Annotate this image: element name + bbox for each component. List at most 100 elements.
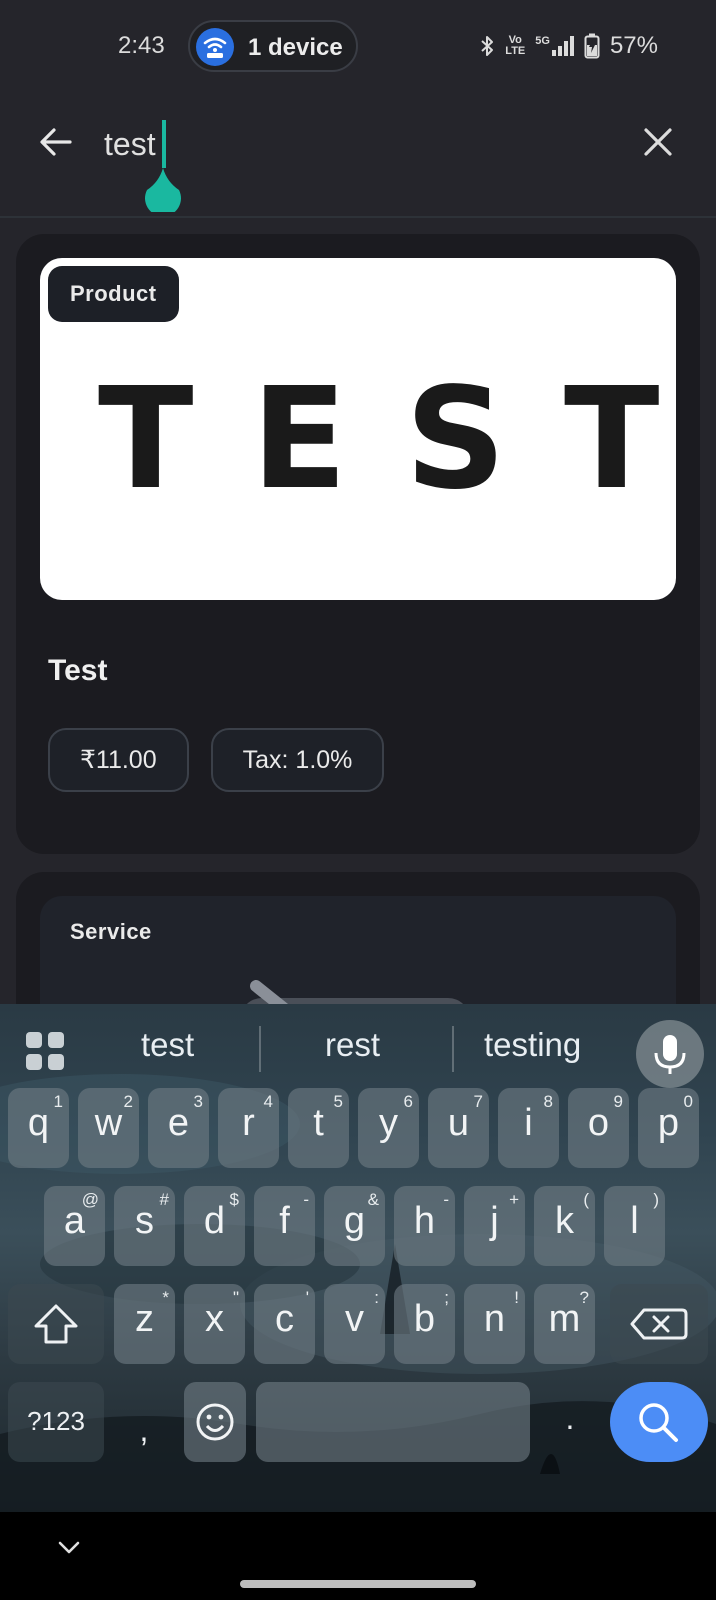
- status-time: 2:43: [118, 32, 165, 59]
- cursor-handle[interactable]: [143, 168, 183, 217]
- backspace-icon: [630, 1308, 688, 1340]
- comma-key[interactable]: ,: [114, 1382, 174, 1462]
- key-secondary-label: ;: [444, 1288, 449, 1307]
- key-h[interactable]: h-: [394, 1186, 455, 1266]
- key-c[interactable]: c ': [254, 1284, 315, 1364]
- arrow-left-icon: [40, 128, 72, 156]
- type-badge: Product: [48, 266, 179, 322]
- search-input[interactable]: [104, 124, 604, 164]
- key-g[interactable]: g &: [324, 1186, 385, 1266]
- signal-indicator: 5G: [535, 36, 574, 56]
- status-icons: Vo LTE 5G 57%: [479, 32, 658, 60]
- key-t[interactable]: t5: [288, 1088, 349, 1168]
- key-m[interactable]: m?: [534, 1284, 595, 1364]
- key-secondary-label: 1: [53, 1092, 63, 1111]
- key-q[interactable]: q1: [8, 1088, 69, 1168]
- key-r[interactable]: r4: [218, 1088, 279, 1168]
- key-secondary-label: ": [232, 1288, 239, 1307]
- key-secondary-label: ?: [579, 1288, 589, 1307]
- back-button[interactable]: [36, 122, 76, 162]
- backspace-key[interactable]: [610, 1284, 708, 1364]
- type-badge: Service: [70, 919, 152, 944]
- key-secondary-label: -: [443, 1190, 449, 1209]
- hotspot-icon: [196, 28, 234, 66]
- key-secondary-label: 0: [683, 1092, 693, 1111]
- clear-button[interactable]: [638, 122, 678, 162]
- close-icon: [644, 128, 672, 156]
- hotspot-chip[interactable]: 1 device: [188, 20, 358, 72]
- shift-key[interactable]: [8, 1284, 104, 1364]
- item-title: Test: [48, 654, 108, 687]
- key-secondary-label: @: [81, 1190, 99, 1209]
- home-gesture-bar[interactable]: [240, 1580, 476, 1588]
- key-d[interactable]: d $: [184, 1186, 245, 1266]
- key-z[interactable]: z *: [114, 1284, 175, 1364]
- key-secondary-label: 4: [263, 1092, 273, 1111]
- emoji-key[interactable]: [184, 1382, 246, 1462]
- emoji-icon: [196, 1403, 234, 1441]
- product-image: Product TEST: [40, 258, 676, 600]
- key-secondary-label: ': [305, 1288, 309, 1307]
- search-key[interactable]: [610, 1382, 708, 1462]
- grid-menu-icon[interactable]: [24, 1030, 66, 1072]
- result-card-product[interactable]: Product TEST Test ₹11.00 Tax: 1.0%: [16, 234, 700, 854]
- key-secondary-label: +: [509, 1190, 519, 1209]
- search-bar: [0, 92, 716, 218]
- key-secondary-label: :: [374, 1288, 379, 1307]
- key-k[interactable]: k(: [534, 1186, 595, 1266]
- key-secondary-label: *: [162, 1288, 169, 1307]
- suggestion-3[interactable]: testing: [484, 1026, 581, 1064]
- network-5g-label: 5G: [535, 35, 550, 47]
- key-b[interactable]: b;: [394, 1284, 455, 1364]
- suggestion-divider: [259, 1026, 261, 1072]
- key-w[interactable]: w2: [78, 1088, 139, 1168]
- symbols-key-label: ?123: [27, 1406, 85, 1436]
- key-a[interactable]: a @: [44, 1186, 105, 1266]
- chevron-down-icon[interactable]: [56, 1534, 82, 1560]
- suggestion-2[interactable]: rest: [325, 1026, 380, 1064]
- key-secondary-label: $: [229, 1190, 239, 1209]
- key-secondary-label: !: [514, 1288, 519, 1307]
- key-u[interactable]: u7: [428, 1088, 489, 1168]
- suggestion-divider: [452, 1026, 454, 1072]
- price-chip: ₹11.00: [48, 728, 189, 792]
- signal-icon: [551, 36, 574, 56]
- item-chips: ₹11.00 Tax: 1.0%: [48, 728, 385, 792]
- key-s[interactable]: s #: [114, 1186, 175, 1266]
- key-secondary-label: -: [303, 1190, 309, 1209]
- key-y[interactable]: y6: [358, 1088, 419, 1168]
- key-secondary-label: (: [583, 1190, 589, 1209]
- symbols-key[interactable]: ?123: [8, 1382, 104, 1462]
- key-x[interactable]: x ": [184, 1284, 245, 1364]
- volte-indicator: Vo LTE: [505, 34, 526, 57]
- key-v[interactable]: v:: [324, 1284, 385, 1364]
- key-p[interactable]: p0: [638, 1088, 699, 1168]
- key-i[interactable]: i8: [498, 1088, 559, 1168]
- key-j[interactable]: j +: [464, 1186, 525, 1266]
- key-o[interactable]: o9: [568, 1088, 629, 1168]
- key-f[interactable]: f-: [254, 1186, 315, 1266]
- period-key[interactable]: .: [540, 1382, 600, 1462]
- key-l[interactable]: l): [604, 1186, 665, 1266]
- key-secondary-label: 3: [193, 1092, 203, 1111]
- key-secondary-label: 6: [403, 1092, 413, 1111]
- space-key[interactable]: [256, 1382, 530, 1462]
- product-image-text: TEST: [98, 358, 676, 521]
- battery-percent: 57%: [609, 32, 658, 59]
- key-secondary-label: ): [653, 1190, 659, 1209]
- period-key-label: .: [565, 1400, 575, 1436]
- key-secondary-label: 7: [473, 1092, 483, 1111]
- suggestion-1[interactable]: test: [141, 1026, 194, 1064]
- shift-icon: [34, 1304, 78, 1344]
- status-bar: 2:43 1 device Vo LTE 5G 57%: [0, 0, 716, 92]
- key-secondary-label: #: [159, 1190, 169, 1209]
- key-secondary-label: 2: [123, 1092, 133, 1111]
- hotspot-label: 1 device: [248, 34, 343, 61]
- key-secondary-label: 9: [613, 1092, 623, 1111]
- key-n[interactable]: n!: [464, 1284, 525, 1364]
- battery-charging-icon: [584, 33, 600, 59]
- keyboard: test rest testing q1w2e3r4t5y6u7i8o9p0 a…: [0, 1004, 716, 1512]
- mic-button[interactable]: [636, 1020, 704, 1088]
- navigation-bar: [0, 1512, 716, 1600]
- key-e[interactable]: e3: [148, 1088, 209, 1168]
